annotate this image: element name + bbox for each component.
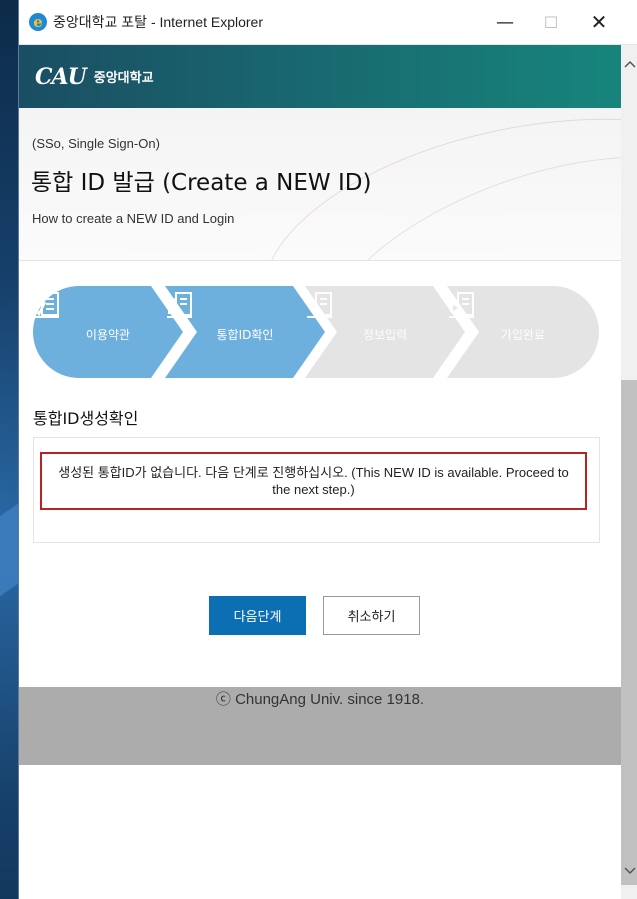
window-title: 중앙대학교 포탈 - Internet Explorer — [53, 14, 263, 30]
close-button[interactable]: ✕ — [576, 0, 622, 44]
scroll-thumb[interactable] — [621, 380, 637, 885]
step-terms: 이용약관 — [33, 286, 183, 378]
step-id-check: 통합ID확인 — [165, 286, 325, 378]
brand-bar: CAU 중앙대학교 — [19, 45, 621, 108]
chevron-down-icon — [623, 866, 636, 874]
edit-document-icon — [306, 292, 332, 318]
page-content: CAU 중앙대학교 (SSo, Single Sign-On) 통합 ID 발급… — [19, 45, 621, 899]
cau-logo[interactable]: CAU — [35, 64, 87, 90]
footer: ⓒ ChungAng Univ. since 1918. — [19, 687, 621, 765]
step-label: 이용약관 — [85, 327, 131, 342]
step-label: 통합ID확인 — [216, 327, 274, 342]
step-label: 정보입력 — [362, 327, 408, 342]
lock-document-icon — [167, 292, 192, 318]
browser-window: e 중앙대학교 포탈 - Internet Explorer — ☐ ✕ CAU… — [18, 0, 637, 899]
section-title: 통합ID생성확인 — [33, 409, 139, 428]
copyright-text: ⓒ ChungAng Univ. since 1918. — [215, 691, 425, 708]
next-step-button[interactable]: 다음단계 — [209, 596, 306, 635]
minimize-button[interactable]: — — [482, 0, 528, 44]
page-subtitle: How to create a NEW ID and Login — [32, 211, 235, 226]
step-info-input: 정보입력 — [305, 286, 465, 378]
internet-explorer-icon: e — [29, 13, 47, 31]
step-complete: 가입완료 — [447, 286, 599, 378]
sso-label: (SSo, Single Sign-On) — [32, 136, 160, 151]
chevron-up-icon — [623, 60, 636, 68]
complete-document-icon — [449, 292, 474, 318]
availability-message: 생성된 통합ID가 없습니다. 다음 단계로 진행하십시오. (This NEW… — [40, 452, 587, 510]
title-bar[interactable]: e 중앙대학교 포탈 - Internet Explorer — ☐ ✕ — [19, 0, 637, 45]
vertical-scrollbar[interactable] — [621, 45, 637, 899]
progress-steps: 이용약관 통합ID확인 정보입력 가입완료 — [33, 286, 599, 378]
maximize-button[interactable]: ☐ — [528, 0, 574, 44]
scroll-up-icon[interactable] — [621, 55, 637, 72]
step-label: 가입완료 — [500, 327, 546, 342]
message-box: 생성된 통합ID가 없습니다. 다음 단계로 진행하십시오. (This NEW… — [33, 437, 600, 543]
cancel-button[interactable]: 취소하기 — [323, 596, 420, 635]
university-name: 중앙대학교 — [93, 71, 154, 86]
page-title: 통합 ID 발급 (Create a NEW ID) — [31, 170, 372, 196]
page-header: (SSo, Single Sign-On) 통합 ID 발급 (Create a… — [19, 108, 621, 261]
checklist-icon — [33, 292, 59, 318]
scroll-down-icon[interactable] — [621, 862, 637, 879]
